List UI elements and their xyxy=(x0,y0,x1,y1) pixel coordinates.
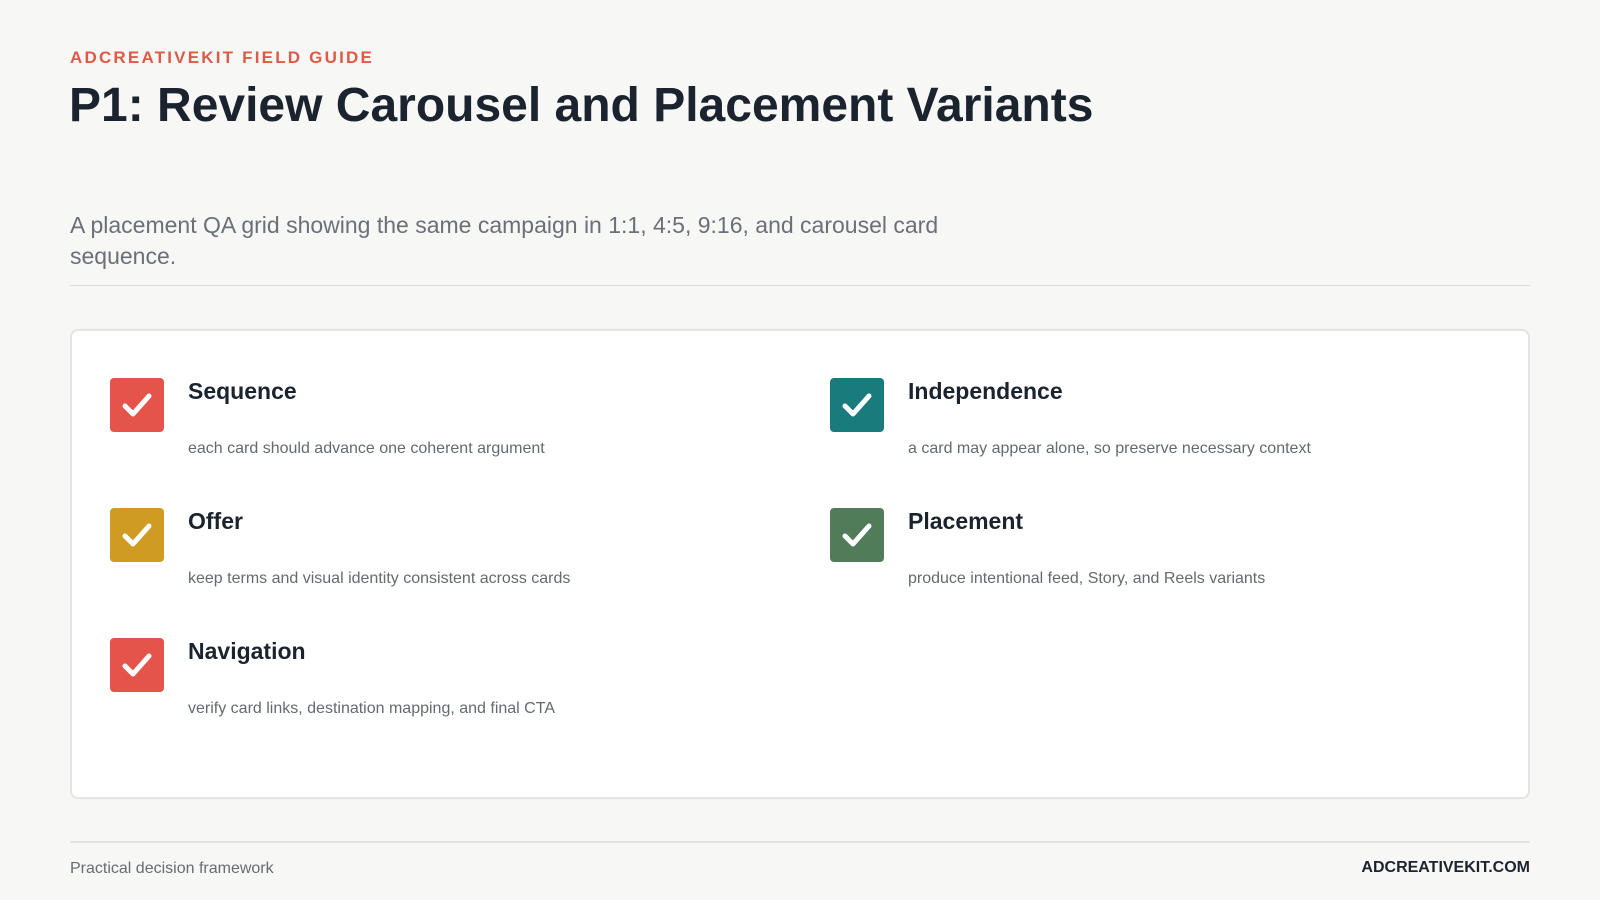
checklist-item-independence: Independence a card may appear alone, so… xyxy=(830,378,1470,478)
checklist-item-description: a card may appear alone, so preserve nec… xyxy=(908,440,1311,457)
checklist-item-description: each card should advance one coherent ar… xyxy=(188,440,545,457)
checklist-item-sequence: Sequence each card should advance one co… xyxy=(110,378,750,478)
footer-site-link[interactable]: ADCREATIVEKIT.COM xyxy=(1361,859,1530,877)
eyebrow-label: ADCREATIVEKIT FIELD GUIDE xyxy=(70,48,375,67)
checklist-item-title: Sequence xyxy=(188,378,297,404)
check-icon xyxy=(110,638,164,692)
checklist-item-title: Placement xyxy=(908,508,1024,534)
header-divider xyxy=(70,285,1530,286)
checklist-item-title: Offer xyxy=(188,508,243,534)
page-subtitle: A placement QA grid showing the same cam… xyxy=(70,212,939,269)
checklist-card: Sequence each card should advance one co… xyxy=(70,329,1530,799)
page-title: P1: Review Carousel and Placement Varian… xyxy=(69,79,1094,132)
footer-tagline: Practical decision framework xyxy=(70,860,274,877)
check-icon xyxy=(110,508,164,562)
checklist-item-offer: Offer keep terms and visual identity con… xyxy=(110,508,750,608)
check-icon xyxy=(830,508,884,562)
checklist-item-placement: Placement produce intentional feed, Stor… xyxy=(830,508,1470,608)
check-icon xyxy=(830,378,884,432)
footer-divider xyxy=(70,841,1530,843)
checklist-item-description: verify card links, destination mapping, … xyxy=(188,700,555,717)
checklist-item-title: Independence xyxy=(908,378,1063,404)
checklist-item-description: keep terms and visual identity consisten… xyxy=(188,570,571,587)
checklist-item-navigation: Navigation verify card links, destinatio… xyxy=(110,638,750,738)
check-icon xyxy=(110,378,164,432)
checklist-item-description: produce intentional feed, Story, and Ree… xyxy=(908,570,1266,587)
checklist-item-title: Navigation xyxy=(188,638,306,664)
